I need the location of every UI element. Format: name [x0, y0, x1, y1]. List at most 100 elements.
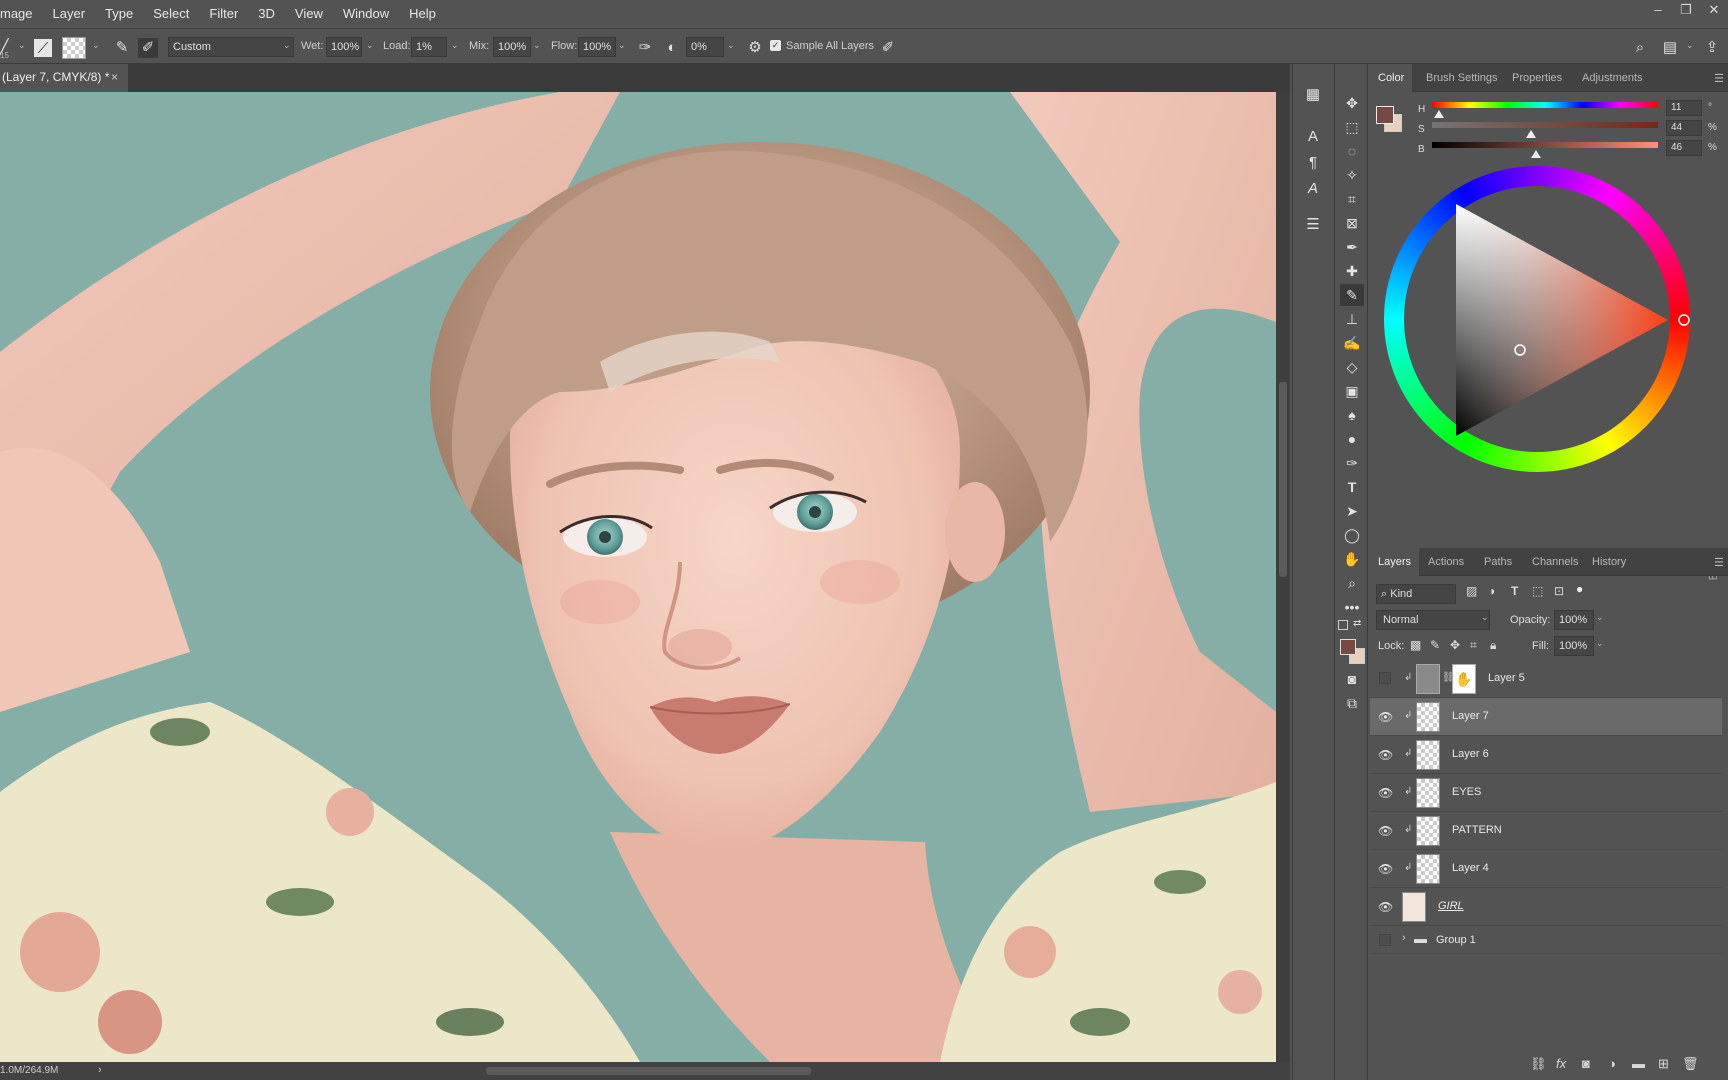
- brightness-field[interactable]: 46: [1666, 140, 1702, 156]
- default-colors-icon[interactable]: [1338, 620, 1348, 630]
- fx-icon[interactable]: fx: [1556, 1056, 1566, 1071]
- hand-tool-icon[interactable]: ✋: [1340, 548, 1364, 570]
- layer-name[interactable]: PATTERN: [1452, 824, 1502, 836]
- foreground-color-swatch[interactable]: [1376, 106, 1394, 124]
- tab-layers[interactable]: Layers: [1370, 548, 1420, 576]
- brush-preset-select[interactable]: Custom: [168, 37, 294, 57]
- lock-artboard-icon[interactable]: ⌗: [1470, 638, 1477, 653]
- chevron-down-icon[interactable]: ⌄: [533, 40, 541, 51]
- chevron-down-icon[interactable]: ⌄: [1481, 612, 1489, 623]
- tab-color[interactable]: Color: [1370, 64, 1413, 92]
- gear-icon[interactable]: ⚙: [745, 38, 765, 58]
- minimize-button[interactable]: –: [1644, 0, 1672, 22]
- lock-position-icon[interactable]: ✥: [1450, 638, 1460, 652]
- clone-stamp-icon[interactable]: ⊥: [1340, 308, 1364, 330]
- quick-mask-icon[interactable]: ◙: [1340, 668, 1364, 690]
- blend-mode-select[interactable]: Normal: [1376, 610, 1490, 630]
- fill-field[interactable]: 100%: [1554, 636, 1594, 656]
- chevron-down-icon[interactable]: ⌄: [1596, 638, 1604, 649]
- load-field[interactable]: 1%: [411, 37, 447, 57]
- adjustment-icon[interactable]: ◑: [1608, 1056, 1616, 1071]
- wet-field[interactable]: 100%: [326, 37, 362, 57]
- properties-icon[interactable]: ☰: [1301, 214, 1325, 236]
- layer-row[interactable]: ↲ ⛓ ✋ Layer 5: [1370, 660, 1722, 698]
- menu-filter[interactable]: Filter: [199, 6, 248, 21]
- eye-icon[interactable]: 👁︎: [1378, 786, 1393, 800]
- tab-properties[interactable]: Properties: [1512, 64, 1562, 92]
- filter-adjustment-icon[interactable]: ◑: [1488, 584, 1495, 598]
- chevron-down-icon[interactable]: ⌄: [283, 40, 291, 51]
- layer-row[interactable]: 👁︎ ↲ EYES: [1370, 774, 1722, 812]
- menu-3d[interactable]: 3D: [248, 6, 285, 21]
- chevron-right-icon[interactable]: ›: [1402, 932, 1406, 944]
- frame-tool-icon[interactable]: ⊠: [1340, 212, 1364, 234]
- current-load-swatch[interactable]: [62, 37, 86, 59]
- pen-tool-icon[interactable]: ✑: [1340, 452, 1364, 474]
- eye-icon[interactable]: 👁︎: [1378, 710, 1393, 724]
- tab-paths[interactable]: Paths: [1484, 548, 1512, 576]
- close-window-button[interactable]: ✕: [1700, 0, 1728, 22]
- load-brush-icon[interactable]: ✎: [112, 38, 132, 58]
- brush-tool-icon[interactable]: ✎: [1340, 284, 1364, 306]
- new-layer-icon[interactable]: ⊞: [1658, 1056, 1669, 1072]
- brightness-slider-thumb[interactable]: [1530, 150, 1541, 158]
- chevron-down-icon[interactable]: ⌄: [1596, 612, 1604, 623]
- chevron-down-icon[interactable]: ⌄: [618, 40, 626, 51]
- filter-image-icon[interactable]: ▨: [1466, 584, 1477, 598]
- filter-shape-icon[interactable]: ⬚: [1532, 584, 1543, 598]
- layer-name[interactable]: Layer 6: [1452, 748, 1489, 760]
- layer-row[interactable]: 👁︎ ↲ Layer 7: [1370, 698, 1722, 736]
- filter-smart-object-icon[interactable]: ⊡: [1554, 584, 1564, 598]
- move-tool-icon[interactable]: ✥: [1340, 92, 1364, 114]
- document-tab[interactable]: (Layer 7, CMYK/8) * ×: [0, 64, 128, 92]
- vertical-scrollbar[interactable]: [1276, 92, 1290, 1062]
- gradient-icon[interactable]: ▣: [1340, 380, 1364, 402]
- hue-field[interactable]: 11: [1666, 100, 1702, 116]
- layer-filter-select[interactable]: ⌕ Kind: [1376, 584, 1456, 604]
- layer-name[interactable]: Layer 7: [1452, 710, 1489, 722]
- path-selection-icon[interactable]: ➤: [1340, 500, 1364, 522]
- eye-icon[interactable]: 👁︎: [1378, 824, 1393, 838]
- lock-pixels-icon[interactable]: ✎: [1430, 638, 1440, 652]
- layer-thumbnail[interactable]: [1416, 854, 1440, 884]
- trash-icon[interactable]: 🗑︎: [1682, 1056, 1699, 1072]
- pressure-icon[interactable]: ✐: [878, 38, 898, 58]
- layer-thumbnail[interactable]: [1416, 816, 1440, 846]
- menu-help[interactable]: Help: [399, 6, 446, 21]
- layer-thumbnail[interactable]: [1402, 892, 1426, 922]
- layer-name[interactable]: EYES: [1452, 786, 1481, 798]
- visibility-toggle[interactable]: [1379, 934, 1391, 946]
- layer-name[interactable]: Layer 4: [1452, 862, 1489, 874]
- paragraph-icon[interactable]: ¶: [1301, 152, 1325, 174]
- lock-all-icon[interactable]: 🔒︎: [1490, 638, 1496, 653]
- foreground-color-swatch[interactable]: [1340, 639, 1356, 655]
- chevron-down-icon[interactable]: ⌄: [727, 40, 735, 51]
- airbrush-icon[interactable]: ✑: [635, 38, 655, 58]
- layer-row[interactable]: 👁︎ ↲ PATTERN: [1370, 812, 1722, 850]
- saturation-slider-thumb[interactable]: [1526, 130, 1537, 138]
- hue-slider[interactable]: [1432, 102, 1658, 108]
- chevron-down-icon[interactable]: ⌄: [451, 40, 459, 51]
- clean-brush-icon[interactable]: ✐: [138, 38, 158, 58]
- status-menu-arrow[interactable]: ›: [98, 1064, 102, 1076]
- menu-window[interactable]: Window: [333, 6, 399, 21]
- menu-view[interactable]: View: [285, 6, 333, 21]
- panel-menu-icon[interactable]: ☰: [1714, 72, 1724, 85]
- ellipse-tool-icon[interactable]: ◯: [1340, 524, 1364, 546]
- type-tool-icon[interactable]: T: [1340, 476, 1364, 498]
- mix-field[interactable]: 100%: [493, 37, 531, 57]
- hue-slider-thumb[interactable]: [1433, 110, 1444, 118]
- healing-brush-icon[interactable]: ✚: [1340, 260, 1364, 282]
- flow-field[interactable]: 100%: [578, 37, 616, 57]
- angle-field[interactable]: 0%: [686, 37, 724, 57]
- menu-select[interactable]: Select: [143, 6, 199, 21]
- crop-tool-icon[interactable]: ⌗: [1340, 188, 1364, 210]
- hue-ring-picker[interactable]: [1678, 314, 1690, 326]
- marquee-tool-icon[interactable]: ⬚: [1340, 116, 1364, 138]
- close-icon[interactable]: ×: [111, 64, 118, 91]
- menu-type[interactable]: Type: [95, 6, 143, 21]
- tab-history[interactable]: History: [1592, 548, 1626, 576]
- sample-all-layers-checkbox[interactable]: ✓: [770, 40, 781, 51]
- chevron-down-icon[interactable]: ⌄: [18, 40, 26, 51]
- saturation-slider[interactable]: [1432, 122, 1658, 128]
